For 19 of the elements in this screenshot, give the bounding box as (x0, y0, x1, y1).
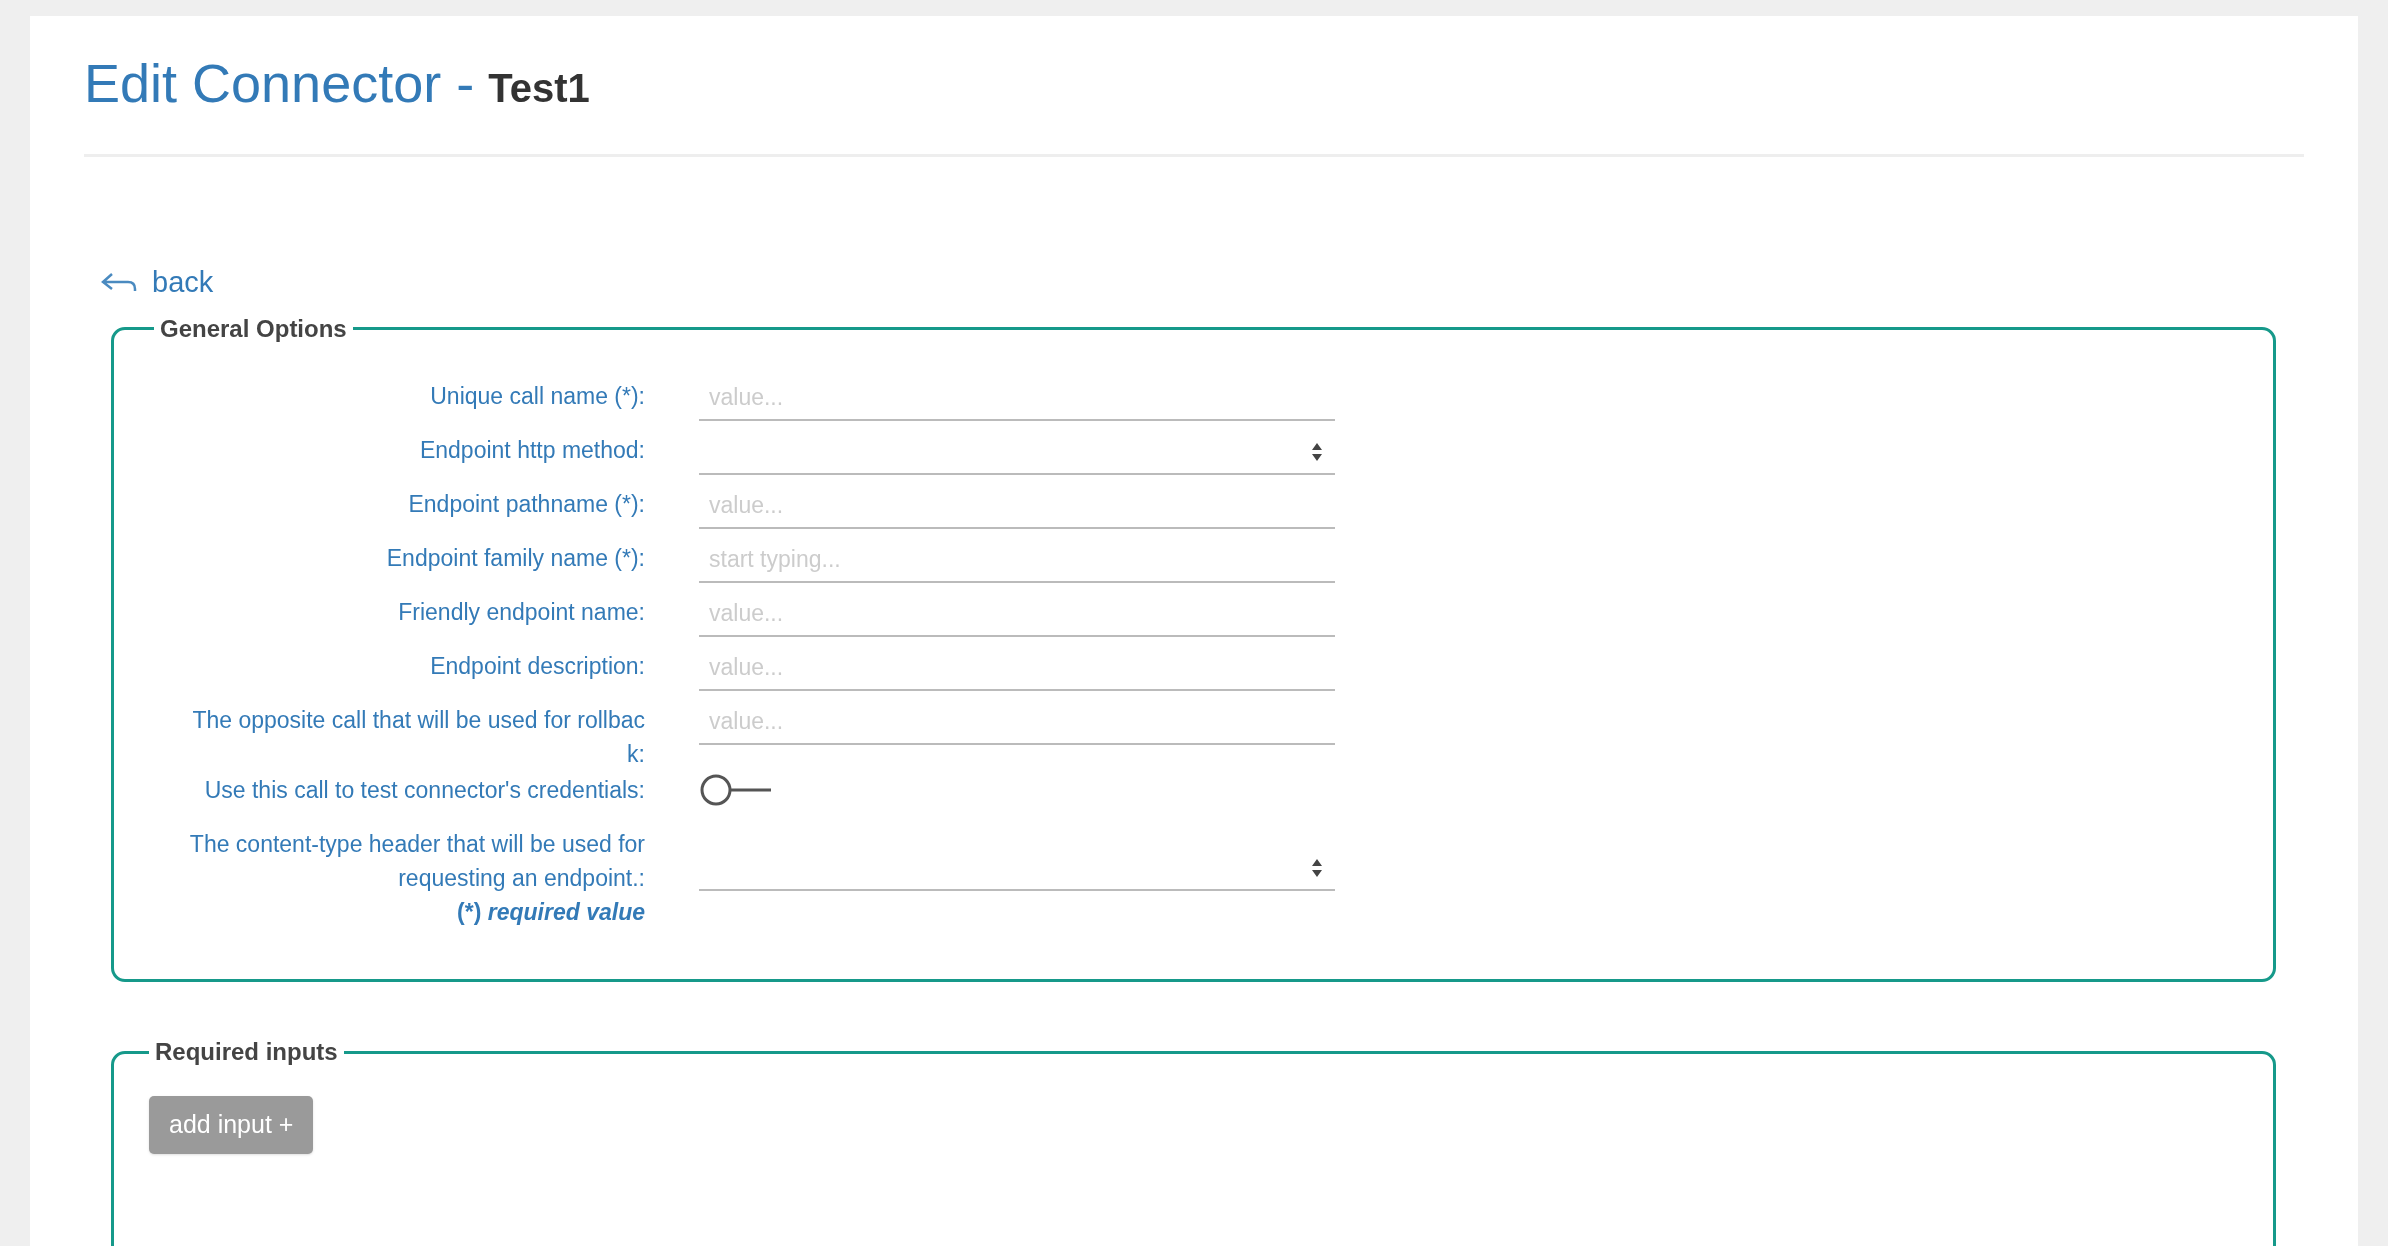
field-label: Endpoint description: (429, 651, 645, 681)
back-link[interactable]: back (100, 261, 214, 305)
field-label: The opposite call that will be used for rollback: (191, 705, 645, 769)
section-legend: Required inputs (149, 1034, 344, 1070)
required-note: (*) required value (457, 898, 645, 925)
section-legend: General Options (154, 310, 353, 347)
add-input-button[interactable]: add input + (149, 1096, 314, 1154)
select-arrows-icon (1311, 441, 1323, 462)
toggle-switch[interactable] (699, 772, 773, 807)
field-label: Endpoint family name (*): (385, 543, 645, 573)
field-label: Friendly endpoint name: (397, 597, 645, 627)
field-label: Endpoint pathname (*): (407, 489, 645, 519)
field-label: Unique call name (*): (429, 381, 645, 411)
field-label: The content-type header that will be used for requesting an endpoint.: (188, 829, 645, 893)
field-label: Use this call to test connector's credentials: (203, 775, 645, 805)
connector-name: Test1 (488, 65, 590, 112)
select-arrows-icon (1311, 857, 1323, 878)
field-label: Endpoint http method: (418, 435, 645, 465)
page-title: Edit Connector - (84, 56, 475, 110)
